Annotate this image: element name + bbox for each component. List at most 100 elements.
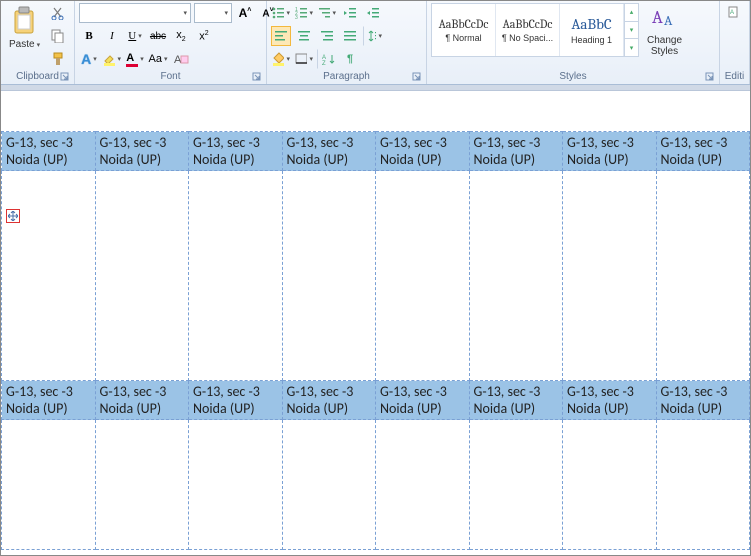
clear-formatting-icon: A — [173, 52, 189, 66]
table-cell[interactable]: G-13, sec -3Noida (UP) — [282, 132, 376, 171]
dropdown-arrow-icon: ▾ — [286, 55, 290, 63]
font-size-combo[interactable]: ▾ — [194, 3, 232, 23]
more-icon[interactable]: ▾ — [625, 39, 638, 56]
table-cell[interactable] — [656, 420, 750, 550]
change-styles-button[interactable]: AA Change Styles — [643, 3, 686, 59]
font-family-combo[interactable]: ▾ — [79, 3, 191, 23]
sort-button[interactable]: AZ — [317, 49, 337, 69]
borders-icon — [295, 53, 307, 65]
dropdown-arrow-icon: ▾ — [224, 9, 228, 17]
show-hide-button[interactable]: ¶ — [340, 49, 360, 69]
cut-button[interactable] — [48, 3, 68, 23]
underline-button[interactable]: U▾ — [125, 26, 145, 46]
table-cell[interactable] — [656, 171, 750, 381]
svg-text:A: A — [664, 12, 673, 29]
format-painter-button[interactable] — [48, 49, 68, 69]
table-cell[interactable]: G-13, sec -3Noida (UP) — [2, 132, 96, 171]
subscript-icon: x2 — [176, 29, 185, 43]
copy-button[interactable] — [48, 26, 68, 46]
justify-button[interactable] — [340, 26, 360, 46]
strikethrough-button[interactable]: abc — [148, 26, 168, 46]
dropdown-arrow-icon: ▾ — [93, 55, 97, 63]
text-effects-button[interactable]: A▾ — [79, 49, 99, 69]
dialog-launcher-icon[interactable] — [60, 72, 70, 82]
style-no-spacing[interactable]: AaBbCcDc ¶ No Spaci... — [496, 4, 560, 56]
superscript-button[interactable]: x2 — [194, 26, 214, 46]
bold-button[interactable]: B — [79, 26, 99, 46]
table-row: G-13, sec -3Noida (UP)G-13, sec -3Noida … — [2, 381, 750, 420]
paste-icon — [11, 5, 39, 37]
table-cell[interactable]: G-13, sec -3Noida (UP) — [189, 132, 283, 171]
table-cell[interactable] — [469, 171, 563, 381]
table-cell[interactable]: G-13, sec -3Noida (UP) — [2, 381, 96, 420]
find-button[interactable]: A — [724, 3, 744, 23]
table-cell[interactable]: G-13, sec -3Noida (UP) — [376, 381, 470, 420]
table-cell[interactable] — [563, 171, 657, 381]
table-cell[interactable]: G-13, sec -3Noida (UP) — [282, 381, 376, 420]
table-cell[interactable] — [189, 171, 283, 381]
font-color-button[interactable]: A▾ — [125, 49, 145, 69]
dialog-launcher-icon[interactable] — [705, 72, 715, 82]
align-right-button[interactable] — [317, 26, 337, 46]
dropdown-arrow-icon: ▾ — [309, 55, 313, 63]
style-name: ¶ Normal — [445, 33, 481, 43]
table-cell[interactable] — [95, 420, 189, 550]
style-heading1[interactable]: AaBbC Heading 1 — [560, 4, 624, 56]
dialog-launcher-icon[interactable] — [412, 72, 422, 82]
increase-indent-button[interactable] — [363, 3, 383, 23]
highlight-button[interactable]: ▾ — [102, 49, 122, 69]
styles-gallery[interactable]: AaBbCcDc ¶ Normal AaBbCcDc ¶ No Spaci...… — [431, 3, 639, 57]
change-case-button[interactable]: Aa▾ — [148, 49, 168, 69]
underline-icon: U — [128, 30, 136, 42]
table-cell[interactable] — [2, 171, 96, 381]
styles-group-label: Styles — [559, 71, 586, 82]
table-cell[interactable]: G-13, sec -3Noida (UP) — [656, 381, 750, 420]
table-cell[interactable]: G-13, sec -3Noida (UP) — [95, 381, 189, 420]
italic-button[interactable]: I — [102, 26, 122, 46]
table-cell[interactable] — [282, 171, 376, 381]
dialog-launcher-icon[interactable] — [252, 72, 262, 82]
table-cell[interactable] — [189, 420, 283, 550]
table-cell[interactable] — [376, 420, 470, 550]
table-cell[interactable]: G-13, sec -3Noida (UP) — [469, 132, 563, 171]
line-spacing-button[interactable]: ▾ — [363, 26, 383, 46]
style-name: ¶ No Spaci... — [502, 33, 553, 43]
table-row: G-13, sec -3Noida (UP)G-13, sec -3Noida … — [2, 132, 750, 171]
table-cell[interactable] — [2, 420, 96, 550]
table-cell[interactable] — [469, 420, 563, 550]
chevron-down-icon[interactable]: ▾ — [625, 22, 638, 40]
paste-button[interactable]: Paste▾ — [5, 3, 44, 52]
chevron-up-icon[interactable]: ▴ — [625, 4, 638, 22]
align-left-button[interactable] — [271, 26, 291, 46]
table-cell[interactable]: G-13, sec -3Noida (UP) — [469, 381, 563, 420]
document-table[interactable]: G-13, sec -3Noida (UP)G-13, sec -3Noida … — [1, 131, 750, 550]
table-cell[interactable]: G-13, sec -3Noida (UP) — [376, 132, 470, 171]
font-group-label: Font — [160, 71, 180, 82]
numbering-button[interactable]: 123▾ — [294, 3, 314, 23]
bullets-button[interactable]: ▾ — [271, 3, 291, 23]
svg-text:3: 3 — [295, 15, 298, 19]
clear-formatting-button[interactable]: A — [171, 49, 191, 69]
multilevel-list-button[interactable]: ▾ — [317, 3, 337, 23]
table-cell[interactable]: G-13, sec -3Noida (UP) — [189, 381, 283, 420]
table-cell[interactable]: G-13, sec -3Noida (UP) — [95, 132, 189, 171]
style-normal[interactable]: AaBbCcDc ¶ Normal — [432, 4, 496, 56]
group-font: ▾ ▾ A˄ A˅ B I U▾ abc x2 x2 A▾ ▾ A▾ Aa▾ A… — [75, 1, 267, 84]
table-cell[interactable]: G-13, sec -3Noida (UP) — [563, 381, 657, 420]
gallery-scroll[interactable]: ▴ ▾ ▾ — [624, 4, 638, 56]
decrease-indent-button[interactable] — [340, 3, 360, 23]
table-cell[interactable] — [563, 420, 657, 550]
table-cell[interactable] — [95, 171, 189, 381]
align-center-button[interactable] — [294, 26, 314, 46]
table-cell[interactable] — [282, 420, 376, 550]
table-cell[interactable] — [376, 171, 470, 381]
shading-button[interactable]: ▾ — [271, 49, 291, 69]
table-cell[interactable]: G-13, sec -3Noida (UP) — [656, 132, 750, 171]
borders-button[interactable]: ▾ — [294, 49, 314, 69]
document-area[interactable]: G-13, sec -3Noida (UP)G-13, sec -3Noida … — [1, 91, 750, 550]
table-move-handle[interactable] — [6, 209, 20, 223]
subscript-button[interactable]: x2 — [171, 26, 191, 46]
table-cell[interactable]: G-13, sec -3Noida (UP) — [563, 132, 657, 171]
grow-font-button[interactable]: A˄ — [235, 3, 255, 23]
align-left-icon — [274, 30, 288, 42]
